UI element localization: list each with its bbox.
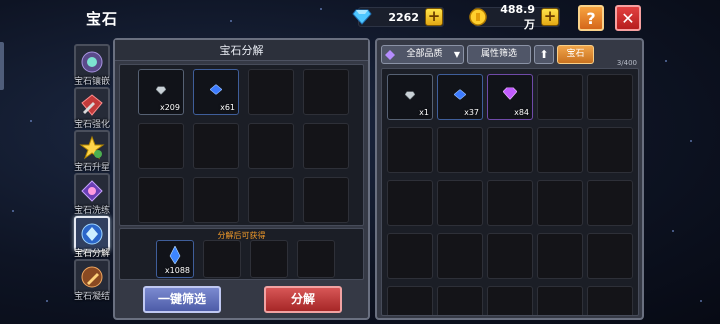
decompose-slot[interactable] [248, 69, 294, 115]
decompose-slot[interactable]: x209 [138, 69, 184, 115]
inventory-slot[interactable] [387, 286, 433, 315]
inventory-slot[interactable] [487, 127, 533, 173]
diamond-icon [351, 6, 373, 28]
menu-item-label: 宝石凝结 [73, 292, 110, 302]
inventory-slot[interactable] [587, 233, 633, 279]
inventory-slot[interactable] [587, 74, 633, 120]
result-slot [250, 240, 288, 278]
inventory-slot[interactable] [587, 127, 633, 173]
item-count: x1 [419, 108, 429, 117]
gold-counter: 488.9万 + [469, 3, 560, 31]
one-click-filter-button[interactable]: 一键筛选 [143, 286, 221, 313]
inventory-slot[interactable] [537, 233, 583, 279]
blue-crystal-icon [169, 245, 181, 268]
quality-dropdown-label: 全部品质 [406, 49, 443, 59]
menu-item-label: 宝石分解 [73, 249, 110, 259]
item-count: x37 [464, 108, 479, 117]
decompose-button[interactable]: 分解 [264, 286, 342, 313]
decompose-slot[interactable] [138, 177, 184, 223]
inventory-slot[interactable] [387, 233, 433, 279]
decompose-panel: 宝石分解 x209 x61 分解后可获得 x1088 一键筛选 分解 [113, 38, 370, 320]
gray-gem-icon [404, 85, 416, 104]
menu-item-gem-enhance[interactable]: 宝石强化 [72, 87, 112, 130]
page-title: 宝石 [86, 10, 119, 28]
attribute-filter-button[interactable]: 属性筛选 [467, 45, 531, 64]
inventory-slot[interactable] [387, 127, 433, 173]
blue-gem-icon [453, 85, 467, 104]
decompose-slot[interactable]: x61 [193, 69, 239, 115]
inventory-slot[interactable] [587, 286, 633, 315]
gray-gem-icon [155, 80, 167, 99]
gold-coin-icon [467, 6, 489, 28]
inventory-slot[interactable]: x37 [437, 74, 483, 120]
inventory-slot[interactable]: x84 [487, 74, 533, 120]
decompose-slot-grid: x209 x61 [119, 64, 364, 226]
menu-item-label: 宝石洗练 [73, 206, 110, 216]
decompose-slot[interactable] [303, 123, 349, 169]
menu-item-gem-refine[interactable]: 宝石洗练 [72, 173, 112, 216]
menu-item-label: 宝石镶嵌 [73, 77, 110, 87]
decompose-slot[interactable] [138, 123, 184, 169]
gem-function-menu: 宝石镶嵌 宝石强化 宝石升星 宝石洗练 宝石分解 宝石凝结 [72, 44, 114, 302]
side-drawer-handle[interactable] [0, 42, 4, 90]
inventory-slot[interactable] [437, 286, 483, 315]
inventory-slot[interactable] [487, 233, 533, 279]
inventory-grid: x1 x37 x84 [381, 68, 639, 316]
result-slot[interactable]: x1088 [156, 240, 194, 278]
item-count: x61 [220, 103, 235, 112]
help-button[interactable]: ? [578, 5, 604, 31]
result-slot [297, 240, 335, 278]
decompose-slot[interactable] [193, 123, 239, 169]
menu-item-gem-condense[interactable]: 宝石凝结 [72, 259, 112, 302]
inventory-slot[interactable] [587, 180, 633, 226]
menu-item-gem-inlay[interactable]: 宝石镶嵌 [72, 44, 112, 87]
item-count: x1088 [164, 266, 190, 275]
diamond-counter: 2262 + [352, 7, 444, 27]
quality-dropdown[interactable]: 全部品质 ▼ [381, 45, 464, 64]
decompose-slot[interactable] [248, 177, 294, 223]
inventory-slot[interactable]: x1 [387, 74, 433, 120]
inventory-slot[interactable] [537, 286, 583, 315]
result-slot [203, 240, 241, 278]
arrow-up-icon[interactable]: ⬆ [534, 45, 554, 64]
menu-item-gem-decompose[interactable]: 宝石分解 [72, 216, 112, 259]
inventory-panel: 全部品质 ▼ 属性筛选 ⬆ 宝石 3/400 x1 x37 x84 [375, 38, 644, 320]
item-count: x84 [514, 108, 529, 117]
decompose-slot[interactable] [248, 123, 294, 169]
purple-gem-icon [502, 85, 518, 104]
menu-item-label: 宝石强化 [73, 120, 110, 130]
inventory-slot[interactable] [487, 180, 533, 226]
inventory-slot[interactable] [437, 127, 483, 173]
chevron-down-icon: ▼ [453, 50, 461, 59]
close-button[interactable]: ✕ [615, 5, 641, 31]
menu-item-gem-star-up[interactable]: 宝石升星 [72, 130, 112, 173]
quality-icon [382, 49, 398, 60]
inventory-slot[interactable] [437, 233, 483, 279]
blue-gem-icon [209, 80, 223, 99]
add-gold-button[interactable]: + [541, 8, 559, 26]
inventory-capacity: 3/400 [616, 59, 637, 67]
decompose-slot[interactable] [303, 69, 349, 115]
menu-item-label: 宝石升星 [73, 163, 110, 173]
decompose-slot[interactable] [303, 177, 349, 223]
inventory-slot[interactable] [537, 74, 583, 120]
item-count: x209 [159, 103, 180, 112]
inventory-slot[interactable] [387, 180, 433, 226]
add-diamonds-button[interactable]: + [425, 8, 443, 26]
tab-gem[interactable]: 宝石 [557, 45, 594, 64]
inventory-slot[interactable] [437, 180, 483, 226]
decompose-result-area: 分解后可获得 x1088 [119, 228, 364, 280]
inventory-slot[interactable] [487, 286, 533, 315]
inventory-slot[interactable] [537, 127, 583, 173]
decompose-panel-title: 宝石分解 [115, 40, 368, 61]
decompose-slot[interactable] [193, 177, 239, 223]
inventory-slot[interactable] [537, 180, 583, 226]
